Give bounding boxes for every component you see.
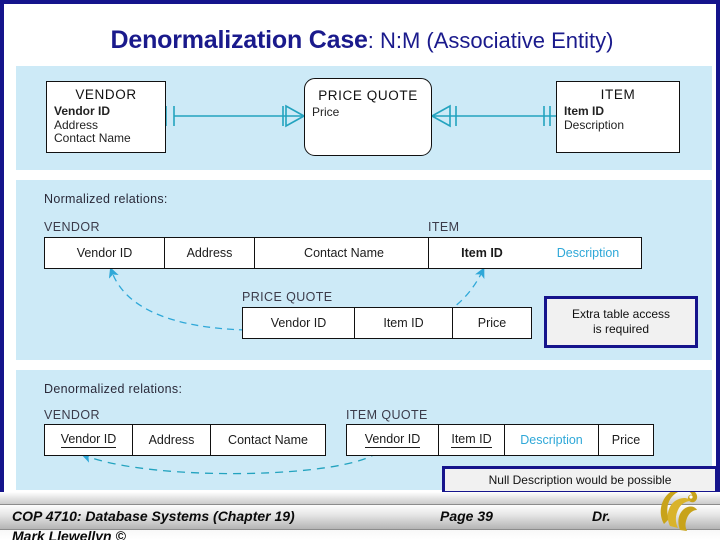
page-title: Denormalization Case: N:M (Associative E… [4,26,720,55]
entity-attr: Vendor ID [54,104,111,118]
pegasus-logo-icon [660,492,698,531]
relation-column: Item ID [355,308,453,338]
entity-item-title: ITEM [600,87,636,102]
denorm-relation-vendor: Vendor ID Address Contact Name [44,424,326,456]
entity-item: ITEM Item ID Description [556,81,680,153]
relation-column: Price [611,433,641,447]
callout-extra-table-access: Extra table access is required [544,296,698,348]
er-diagram-panel: VENDOR Vendor ID Address Contact Name PR… [16,66,712,170]
entity-attr: Contact Name [54,131,131,145]
denorm-relation-item-quote: Vendor ID Item ID Description Price [346,424,654,456]
denorm-relation-label-item-quote: ITEM QUOTE [346,408,428,422]
footer-course: COP 4710: Database Systems (Chapter 19) [12,508,295,524]
denorm-relation-label-vendor: VENDOR [44,408,100,422]
relation-column: Vendor ID [347,425,439,455]
entity-attr: Price [312,105,340,119]
footer-page-number: Page 39 [440,508,493,524]
relation-column: Contact Name [228,433,308,447]
entity-item-attributes: Item ID Description [564,104,679,132]
relation-column: Vendor ID [45,238,165,268]
relation-column: Address [165,238,255,268]
denormalized-heading: Denormalized relations: [44,382,183,396]
relation-label-vendor: VENDOR [44,220,100,234]
relation-price-quote: Vendor ID Item ID Price [242,307,532,339]
normalized-heading: Normalized relations: [44,192,168,206]
entity-vendor-title: VENDOR [75,87,137,102]
relation-column: Price [477,316,507,330]
relation-column: Item ID [461,246,503,260]
relation-column: Description [505,425,599,455]
slide-canvas: Denormalization Case: N:M (Associative E… [0,0,720,494]
relation-column: Vendor ID [243,308,355,338]
entity-attr: Item ID [564,104,605,118]
relation-column: Address [133,425,211,455]
relation-column: Item ID [439,425,505,455]
entity-price-quote-attributes: Price [312,105,431,120]
relation-vendor: Vendor ID Address Contact Name [44,237,434,269]
entity-vendor-attributes: Vendor ID Address Contact Name [54,104,165,146]
callout-line-1: Extra table access [571,307,671,321]
entity-price-quote-title: PRICE QUOTE [318,88,418,103]
page-title-bold: Denormalization Case [110,26,368,54]
entity-vendor: VENDOR Vendor ID Address Contact Name [46,81,166,153]
footer-author: Mark Llewellyn © [12,528,126,540]
callout-text: Extra table access is required [572,307,670,337]
callout-line-2: is required [592,322,649,336]
entity-price-quote: PRICE QUOTE Price [304,78,432,156]
callout-null-description: Null Description would be possible [442,466,718,494]
entity-attr: Address [54,117,99,132]
footer-line-1: COP 4710: Database Systems (Chapter 19) … [0,508,720,526]
footer-title-prefix: Dr. [592,508,611,524]
relation-label-item: ITEM [428,220,460,234]
relation-column: Contact Name [304,246,384,260]
relation-column: Vendor ID [45,425,133,455]
relation-label-price-quote: PRICE QUOTE [242,290,333,304]
relation-column: Description [556,246,620,260]
entity-attr: Description [564,117,625,132]
callout-text: Null Description would be possible [488,472,672,487]
relation-item: Item ID Description [428,237,642,269]
page-title-rest: : N:M (Associative Entity) [367,28,614,53]
slide-footer: COP 4710: Database Systems (Chapter 19) … [0,492,720,540]
